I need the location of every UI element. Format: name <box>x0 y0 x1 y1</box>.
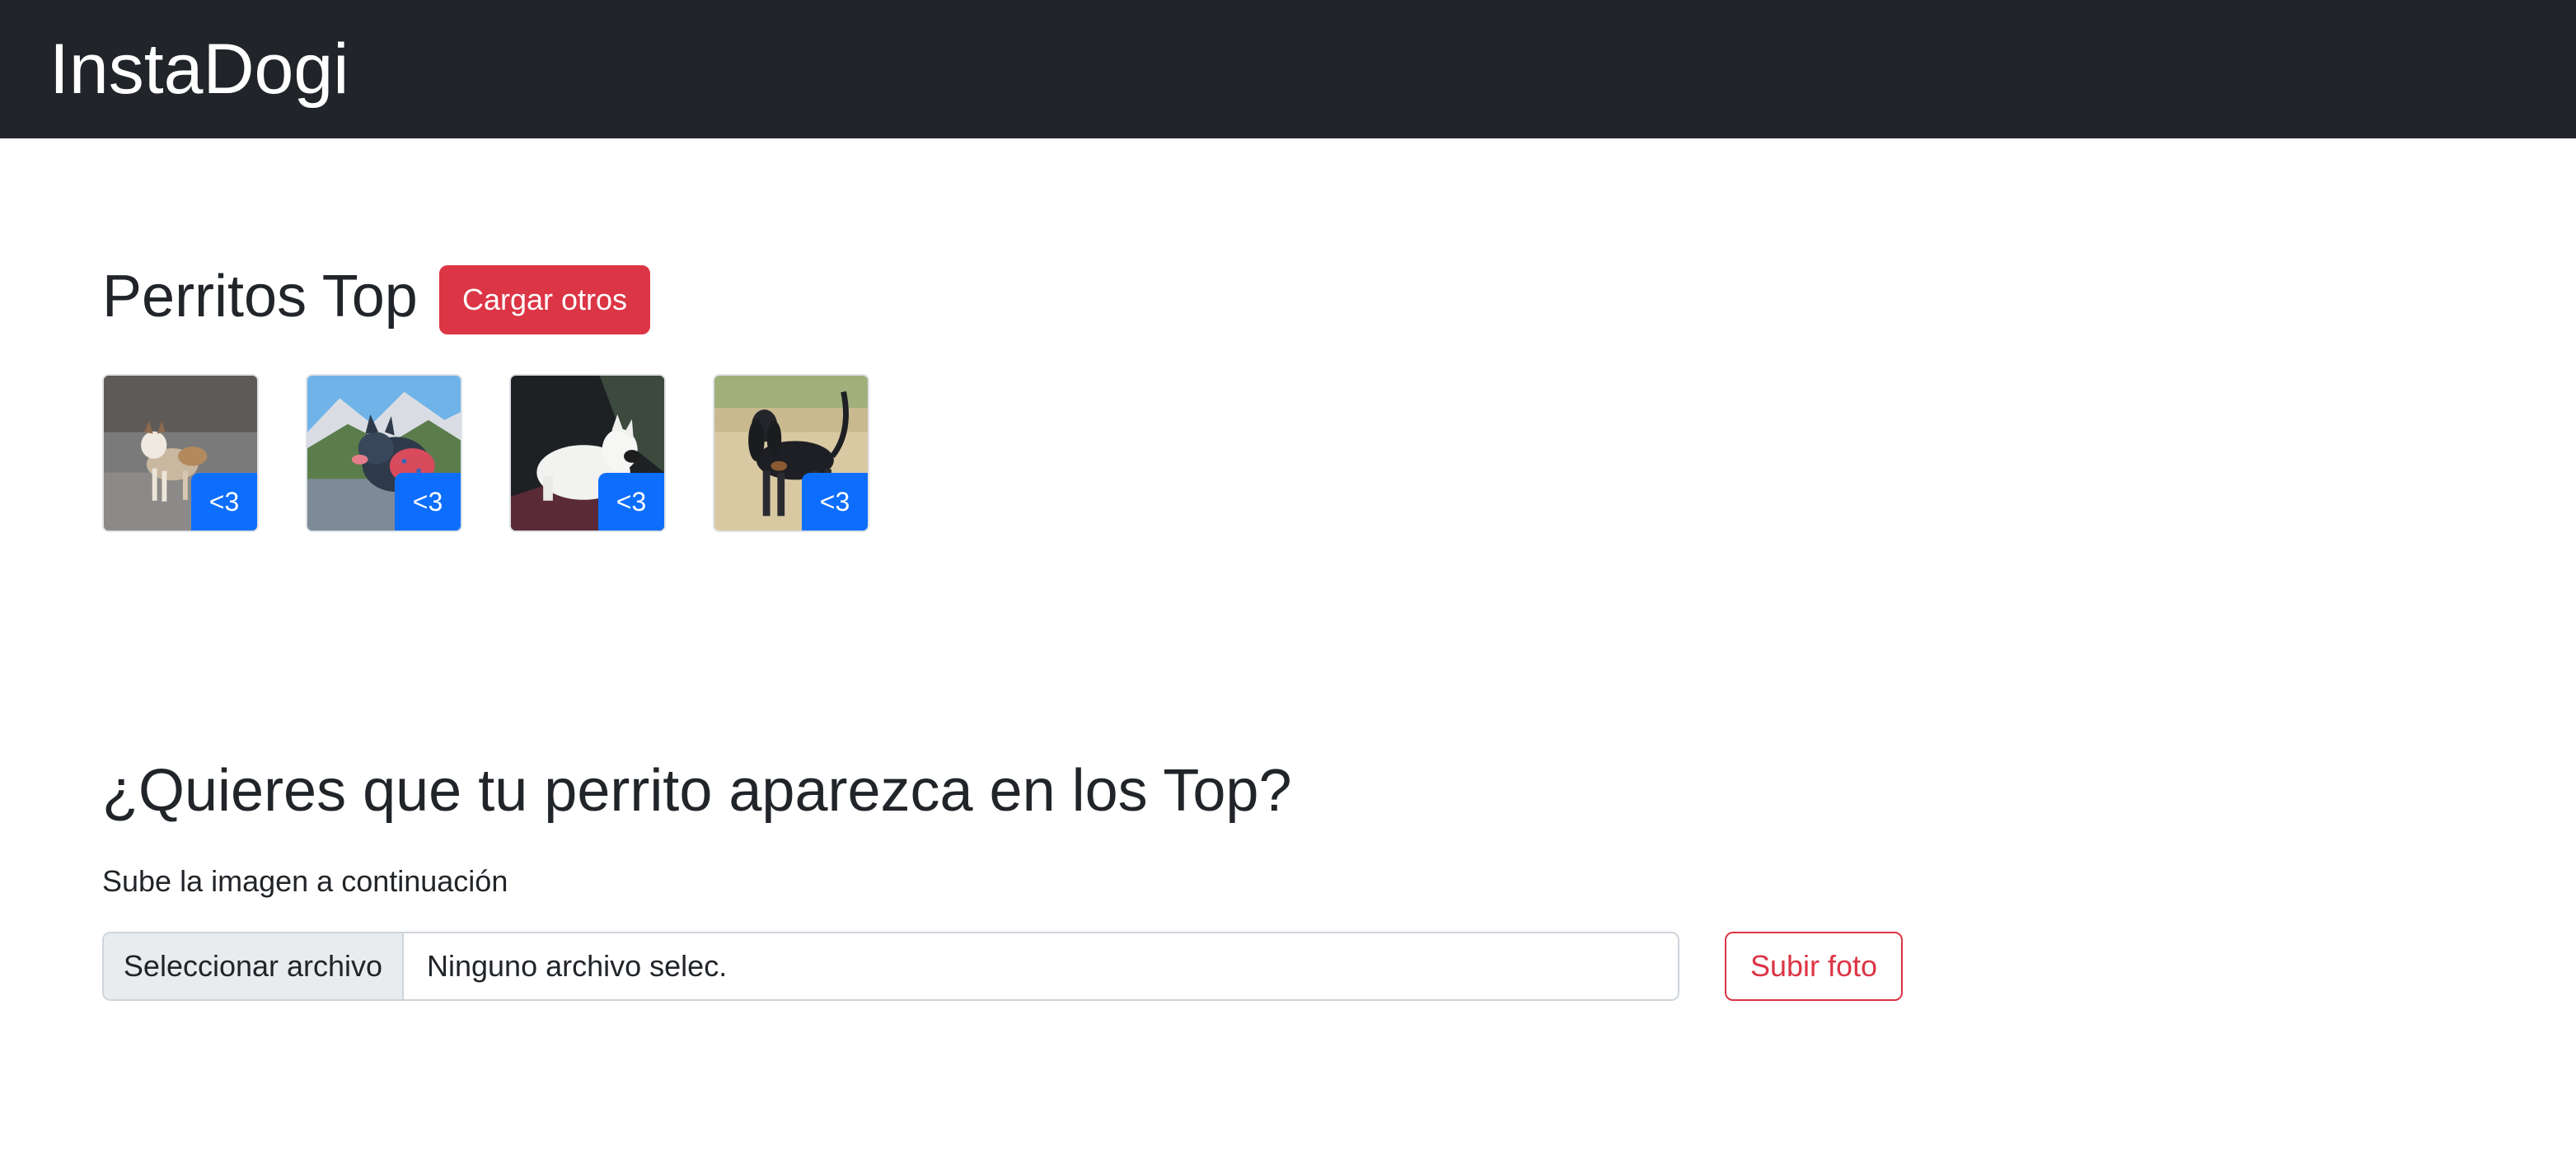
load-others-button[interactable]: Cargar otros <box>439 265 650 334</box>
like-button[interactable]: <3 <box>191 473 257 531</box>
dog-gallery: <3 <3 <3 <3 <box>102 374 893 534</box>
dog-card: <3 <box>306 374 462 532</box>
like-button[interactable]: <3 <box>395 473 461 531</box>
navbar: InstaDogi <box>0 0 2576 138</box>
brand-logo[interactable]: InstaDogi <box>49 30 349 109</box>
selected-file-text: Ninguno archivo selec. <box>427 949 728 983</box>
choose-file-button[interactable]: Seleccionar archivo <box>104 933 404 999</box>
upload-section-title: ¿Quieres que tu perrito aparezca en los … <box>102 758 1292 824</box>
like-button[interactable]: <3 <box>598 473 664 531</box>
like-button[interactable]: <3 <box>802 473 868 531</box>
dog-card: <3 <box>509 374 666 532</box>
upload-photo-button[interactable]: Subir foto <box>1725 932 1903 1001</box>
dog-card: <3 <box>102 374 259 532</box>
top-dogs-title: Perritos Top <box>102 264 418 330</box>
file-input-group[interactable]: Seleccionar archivo Ninguno archivo sele… <box>102 932 1679 1001</box>
dog-card: <3 <box>713 374 869 532</box>
upload-description: Sube la imagen a continuación <box>102 864 508 898</box>
